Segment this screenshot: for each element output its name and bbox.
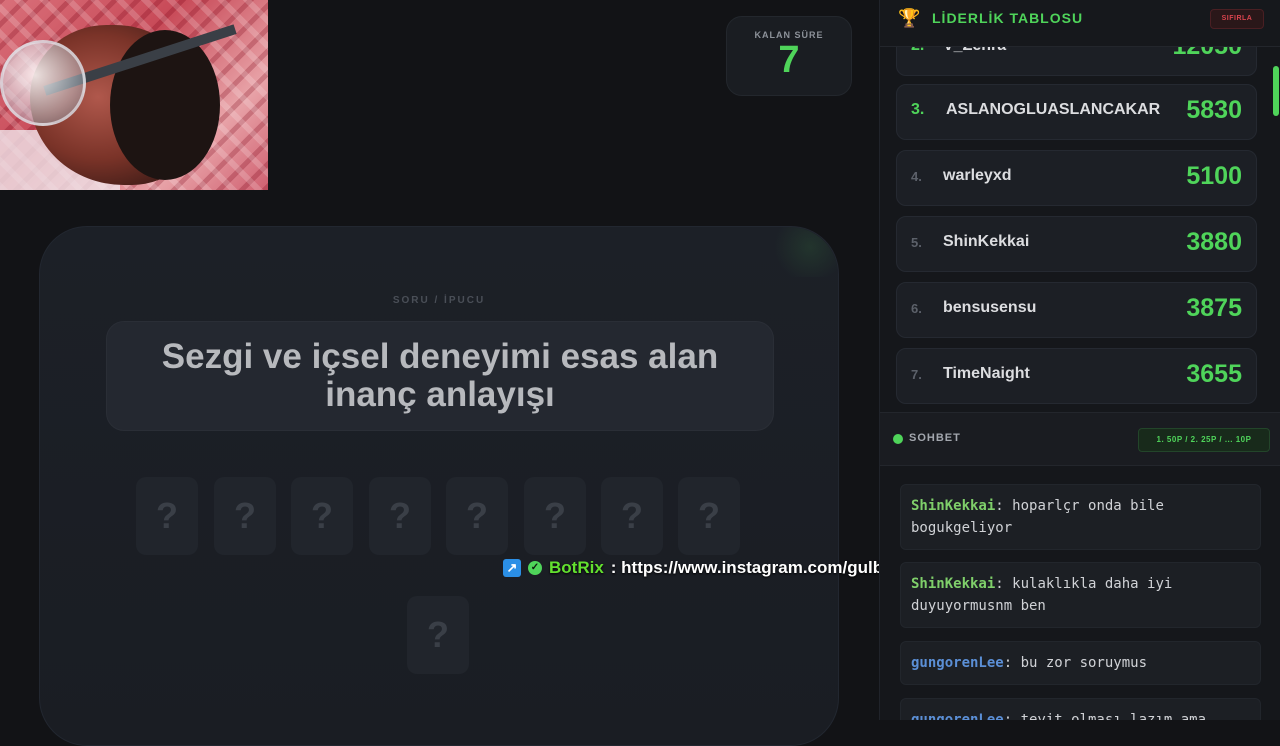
leaderboard-score: 3875 (1186, 294, 1242, 322)
leaderboard-rank: 7. (911, 367, 922, 382)
leaderboard-score: 5830 (1186, 96, 1242, 124)
chat-message: ShinKekkai: kulaklıkla daha iyi duyuyorm… (900, 562, 1261, 628)
answer-tile: ? (136, 477, 198, 555)
leaderboard-header: 🏆 LİDERLİK TABLOSU SIFIRLA (880, 0, 1280, 47)
leaderboard-score: 3880 (1186, 228, 1242, 256)
answer-tile: ? (369, 477, 431, 555)
chat-text: : bu zor soruymus (1003, 655, 1148, 671)
leaderboard-score: 5100 (1186, 162, 1242, 190)
leaderboard-rank: 5. (911, 235, 922, 250)
leaderboard-rank: 4. (911, 169, 922, 184)
leaderboard-row: 5. ShinKekkai 3880 (896, 216, 1257, 272)
botrix-name: BotRix (549, 558, 604, 577)
trophy-icon: 🏆 (898, 8, 921, 28)
webcam-feed (0, 0, 268, 190)
answer-tile: ? (407, 596, 469, 674)
answer-tile: ? (446, 477, 508, 555)
question-label: SORU / İPUCU (392, 295, 486, 306)
reset-button[interactable]: SIFIRLA (1210, 9, 1264, 29)
answer-tile: ? (601, 477, 663, 555)
leaderboard-row: 3. ASLANOGLUASLANCAKAR 5830 (896, 84, 1257, 140)
chat-text: : teyit olması lazım ama (1003, 712, 1207, 720)
chat-message: ShinKekkai: hoparlçr onda bile bogukgeli… (900, 484, 1261, 550)
question-box: Sezgi ve içsel deneyimi esas alan inanç … (106, 321, 774, 431)
chat-message: gungorenLee: bu zor soruymus (900, 641, 1261, 685)
live-dot-icon (893, 434, 903, 444)
leaderboard-score: 3655 (1186, 360, 1242, 388)
leaderboard-username: warleyxd (943, 167, 1012, 184)
bot-icon: ↗ (503, 559, 521, 577)
leaderboard-title: LİDERLİK TABLOSU (932, 10, 1084, 26)
chat-username: ShinKekkai (911, 498, 996, 514)
chat-title: SOHBET (909, 432, 961, 444)
answer-tile: ? (524, 477, 586, 555)
question-card: SORU / İPUCU Sezgi ve içsel deneyimi esa… (39, 226, 839, 746)
chat-username: gungorenLee (911, 712, 1004, 720)
botrix-message: : https://www.instagram.com/gulbakim (610, 558, 922, 577)
answer-tile: ? (291, 477, 353, 555)
leaderboard-row: 4. warleyxd 5100 (896, 150, 1257, 206)
leaderboard-username: bensusensu (943, 299, 1037, 316)
chat-username: gungorenLee (911, 655, 1004, 671)
botrix-overlay: ↗ ✓ BotRix : https://www.instagram.com/g… (503, 558, 922, 578)
leaderboard-username: ShinKekkai (943, 233, 1030, 250)
leaderboard-row: 7. TimeNaight 3655 (896, 348, 1257, 404)
verified-icon: ✓ (528, 561, 542, 575)
chat-header: SOHBET 1. 50P / 2. 25P / ... 10P (880, 412, 1280, 466)
chat-message: gungorenLee: teyit olması lazım ama (900, 698, 1261, 720)
timer-panel: KALAN SÜRE 7 (726, 16, 852, 96)
leaderboard-rank: 6. (911, 301, 922, 316)
timer-value: 7 (778, 39, 800, 81)
leaderboard-username: TimeNaight (943, 365, 1030, 382)
sidebar: 2. V_Zehra 12050 3. ASLANOGLUASLANCAKAR … (879, 0, 1280, 720)
leaderboard-username: ASLANOGLUASLANCAKAR (946, 101, 1161, 118)
leaderboard-row: 6. bensusensu 3875 (896, 282, 1257, 338)
webcam-mask (0, 40, 86, 126)
points-badge: 1. 50P / 2. 25P / ... 10P (1138, 428, 1270, 452)
question-text: Sezgi ve içsel deneyimi esas alan inanç … (161, 337, 719, 414)
chat-username: ShinKekkai (911, 576, 996, 592)
card-glow (768, 227, 838, 277)
leaderboard-scrollbar[interactable] (1273, 66, 1279, 116)
answer-tile: ? (678, 477, 740, 555)
answer-tile: ? (214, 477, 276, 555)
leaderboard-rank: 3. (911, 101, 925, 118)
